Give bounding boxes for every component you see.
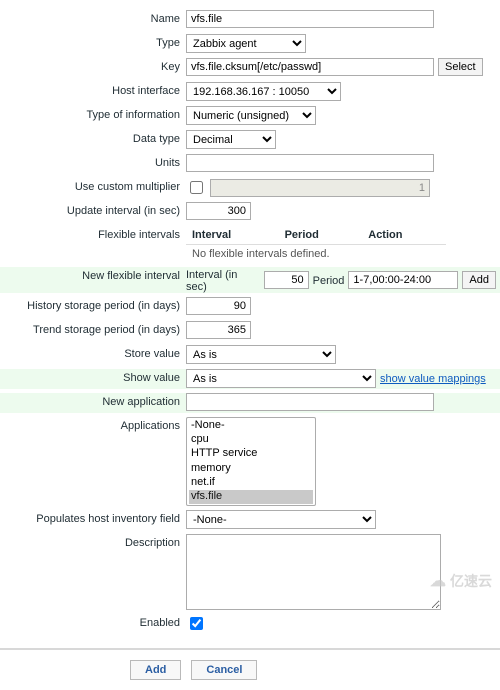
multiplier-label: Use custom multiplier [0,178,186,193]
description-textarea[interactable] [186,534,441,610]
units-input[interactable] [186,154,434,172]
show-value-mappings-link[interactable]: show value mappings [380,373,486,385]
history-label: History storage period (in days) [0,297,186,312]
type-label: Type [0,34,186,49]
enabled-label: Enabled [0,614,186,629]
info-type-select[interactable]: Numeric (unsigned) [186,106,316,125]
th-period: Period [279,226,363,245]
watermark: ☁ 亿速云 [430,571,492,591]
footer-bar: Add Cancel [0,648,500,690]
trend-input[interactable] [186,321,251,339]
select-button[interactable]: Select [438,58,483,76]
flex-intervals-label: Flexible intervals [0,226,186,241]
multiplier-input [210,179,430,197]
new-flex-period-label: Period [313,273,345,287]
new-app-input[interactable] [186,393,434,411]
update-interval-input[interactable] [186,202,251,220]
inventory-label: Populates host inventory field [0,510,186,525]
history-input[interactable] [186,297,251,315]
new-flex-interval-label: Interval (in sec) [186,267,260,293]
description-label: Description [0,534,186,549]
th-action: Action [362,226,446,245]
multiplier-checkbox[interactable] [190,181,203,194]
data-type-label: Data type [0,130,186,145]
flex-empty-msg: No flexible intervals defined. [186,245,446,264]
applications-label: Applications [0,417,186,432]
data-type-select[interactable]: Decimal [186,130,276,149]
store-value-label: Store value [0,345,186,360]
new-flex-interval-input[interactable] [264,271,309,289]
trend-label: Trend storage period (in days) [0,321,186,336]
update-interval-label: Update interval (in sec) [0,202,186,217]
flex-intervals-table: Interval Period Action No flexible inter… [186,226,446,263]
key-input[interactable] [186,58,434,76]
host-interface-select[interactable]: 192.168.36.167 : 10050 [186,82,341,101]
enabled-checkbox[interactable] [190,617,203,630]
th-interval: Interval [186,226,279,245]
applications-listbox[interactable]: -None- cpu HTTP service memory net.if vf… [186,417,316,506]
cloud-icon: ☁ [430,571,446,591]
new-app-label: New application [0,393,186,408]
store-value-select[interactable]: As is [186,345,336,364]
name-label: Name [0,10,186,25]
info-type-label: Type of information [0,106,186,121]
show-value-label: Show value [0,369,186,384]
type-select[interactable]: Zabbix agent [186,34,306,53]
new-flex-label: New flexible interval [0,267,186,282]
units-label: Units [0,154,186,169]
cancel-button[interactable]: Cancel [191,660,257,680]
add-button[interactable]: Add [130,660,181,680]
name-input[interactable] [186,10,434,28]
new-flex-period-input[interactable] [348,271,458,289]
show-value-select[interactable]: As is [186,369,376,388]
watermark-text: 亿速云 [450,571,492,591]
host-interface-label: Host interface [0,82,186,97]
add-flex-button[interactable]: Add [462,271,496,289]
inventory-select[interactable]: -None- [186,510,376,529]
key-label: Key [0,58,186,73]
